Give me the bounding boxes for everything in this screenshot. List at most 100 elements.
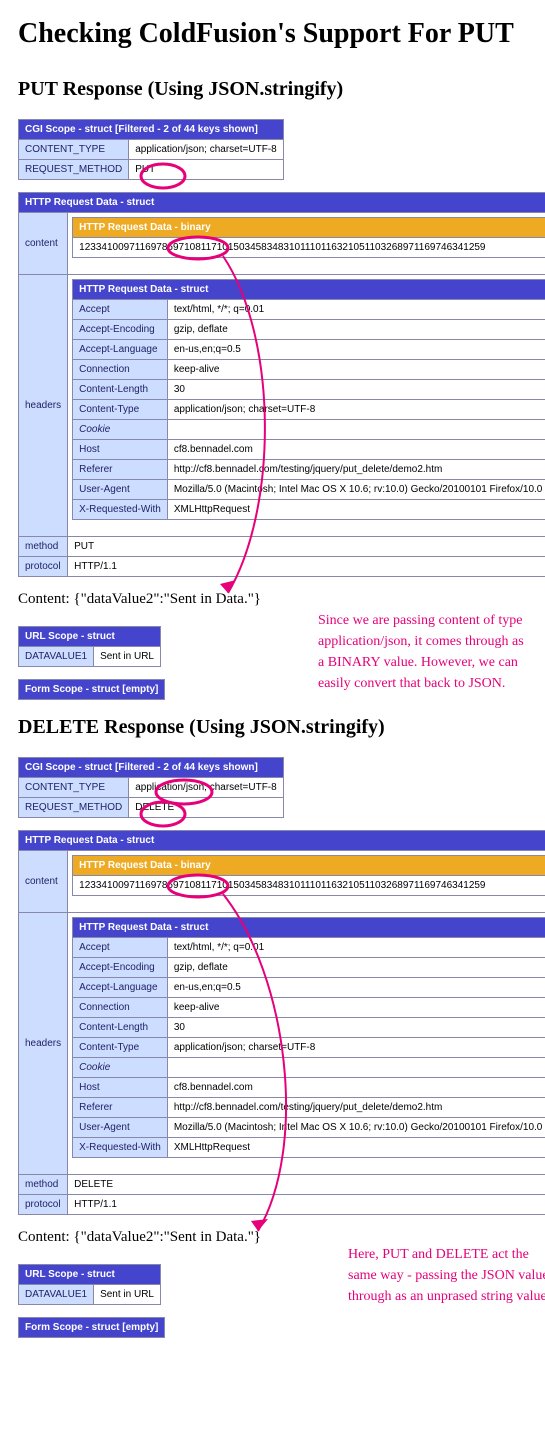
put-cgi-table: CGI Scope - struct [Filtered - 2 of 44 k… (18, 119, 284, 180)
row-key-protocol: protocol (19, 557, 68, 577)
delete-url-scope: URL Scope - struct DATAVALUE1 Sent in UR… (18, 1264, 161, 1305)
cgi-val: PUT (129, 160, 283, 180)
binary-val: 1233410097116978697108117101503458348310… (73, 238, 545, 258)
hdr-v: text/html, */*; q=0.01 (167, 300, 545, 320)
url-scope-key: DATAVALUE1 (19, 647, 94, 667)
row-val-content: HTTP Request Data - binary 1233410097116… (68, 213, 545, 275)
hdr-v: http://cf8.bennadel.com/testing/jquery/p… (167, 1098, 545, 1118)
row-val-method: DELETE (68, 1175, 545, 1195)
hdr-k: Accept (73, 300, 168, 320)
row-val-protocol: HTTP/1.1 (68, 1195, 545, 1215)
binary-header: HTTP Request Data - binary (73, 218, 545, 238)
delete-cgi-header: CGI Scope - struct [Filtered - 2 of 44 k… (19, 758, 284, 778)
put-content-line: Content: {"dataValue2":"Sent in Data."} (18, 591, 527, 608)
hdr-v: application/json; charset=UTF-8 (167, 1038, 545, 1058)
row-key-content: content (19, 851, 68, 913)
hdr-k: Accept-Language (73, 340, 168, 360)
hdr-v: XMLHttpRequest (167, 500, 545, 520)
hdr-v: Mozilla/5.0 (Macintosh; Intel Mac OS X 1… (167, 480, 545, 500)
hdr-k: Connection (73, 998, 168, 1018)
hdr-k: Content-Type (73, 400, 168, 420)
cgi-val: application/json; charset=UTF-8 (129, 778, 283, 798)
hdr-v: application/json; charset=UTF-8 (167, 400, 545, 420)
hdr-v: keep-alive (167, 360, 545, 380)
hdr-k: Content-Length (73, 380, 168, 400)
hdr-v: Mozilla/5.0 (Macintosh; Intel Mac OS X 1… (167, 1118, 545, 1138)
hdr-k: Content-Type (73, 1038, 168, 1058)
delete-request-table: HTTP Request Data - struct content HTTP … (18, 830, 545, 1215)
hdr-v: en-us,en;q=0.5 (167, 978, 545, 998)
row-val-protocol: HTTP/1.1 (68, 557, 545, 577)
headers-subheader: HTTP Request Data - struct (73, 280, 545, 300)
hdr-k: Host (73, 440, 168, 460)
form-scope-header: Form Scope - struct [empty] (19, 680, 165, 700)
cgi-key: REQUEST_METHOD (19, 160, 129, 180)
cgi-val: application/json; charset=UTF-8 (129, 140, 283, 160)
cgi-key: CONTENT_TYPE (19, 140, 129, 160)
url-scope-val: Sent in URL (94, 647, 161, 667)
put-request-header: HTTP Request Data - struct (19, 193, 545, 213)
put-request-table: HTTP Request Data - struct content HTTP … (18, 192, 545, 577)
hdr-k: User-Agent (73, 480, 168, 500)
row-key-protocol: protocol (19, 1195, 68, 1215)
hdr-v: gzip, deflate (167, 320, 545, 340)
hdr-k: Accept (73, 938, 168, 958)
hdr-v: 30 (167, 1018, 545, 1038)
hdr-v: text/html, */*; q=0.01 (167, 938, 545, 958)
delete-section: DELETE Response (Using JSON.stringify) C… (18, 716, 527, 1338)
hdr-v (167, 420, 545, 440)
hdr-k: User-Agent (73, 1118, 168, 1138)
hdr-k: Accept-Language (73, 978, 168, 998)
put-annotation: Since we are passing content of type app… (318, 610, 528, 694)
cgi-val: DELETE (129, 798, 283, 818)
binary-header: HTTP Request Data - binary (73, 856, 545, 876)
hdr-k: Accept-Encoding (73, 958, 168, 978)
row-key-headers: headers (19, 275, 68, 537)
hdr-k: Connection (73, 360, 168, 380)
put-form-scope: Form Scope - struct [empty] (18, 679, 165, 700)
cgi-key: REQUEST_METHOD (19, 798, 129, 818)
row-key-headers: headers (19, 913, 68, 1175)
hdr-k: Referer (73, 460, 168, 480)
page-title: Checking ColdFusion's Support For PUT (18, 18, 527, 50)
hdr-k: X-Requested-With (73, 1138, 168, 1158)
delete-form-scope: Form Scope - struct [empty] (18, 1317, 165, 1338)
hdr-v (167, 1058, 545, 1078)
row-key-method: method (19, 537, 68, 557)
hdr-k: Host (73, 1078, 168, 1098)
form-scope-header: Form Scope - struct [empty] (19, 1318, 165, 1338)
hdr-v: cf8.bennadel.com (167, 440, 545, 460)
row-key-method: method (19, 1175, 68, 1195)
delete-heading: DELETE Response (Using JSON.stringify) (18, 716, 527, 739)
delete-request-header: HTTP Request Data - struct (19, 831, 545, 851)
url-scope-key: DATAVALUE1 (19, 1285, 94, 1305)
hdr-v: cf8.bennadel.com (167, 1078, 545, 1098)
delete-annotation: Here, PUT and DELETE act the same way - … (348, 1244, 545, 1307)
row-key-content: content (19, 213, 68, 275)
hdr-v: en-us,en;q=0.5 (167, 340, 545, 360)
row-val-headers: HTTP Request Data - struct Accepttext/ht… (68, 275, 545, 537)
hdr-k: Cookie (73, 420, 168, 440)
put-heading: PUT Response (Using JSON.stringify) (18, 78, 527, 101)
hdr-k: Accept-Encoding (73, 320, 168, 340)
put-section: PUT Response (Using JSON.stringify) CGI … (18, 78, 527, 700)
hdr-k: Cookie (73, 1058, 168, 1078)
row-val-content: HTTP Request Data - binary 1233410097116… (68, 851, 545, 913)
hdr-v: 30 (167, 380, 545, 400)
hdr-v: XMLHttpRequest (167, 1138, 545, 1158)
cgi-key: CONTENT_TYPE (19, 778, 129, 798)
url-scope-val: Sent in URL (94, 1285, 161, 1305)
row-val-headers: HTTP Request Data - struct Accepttext/ht… (68, 913, 545, 1175)
delete-cgi-table: CGI Scope - struct [Filtered - 2 of 44 k… (18, 757, 284, 818)
url-scope-header: URL Scope - struct (19, 627, 161, 647)
headers-subheader: HTTP Request Data - struct (73, 918, 545, 938)
put-url-scope: URL Scope - struct DATAVALUE1 Sent in UR… (18, 626, 161, 667)
binary-val: 1233410097116978697108117101503458348310… (73, 876, 545, 896)
hdr-k: X-Requested-With (73, 500, 168, 520)
hdr-v: gzip, deflate (167, 958, 545, 978)
put-cgi-header: CGI Scope - struct [Filtered - 2 of 44 k… (19, 120, 284, 140)
hdr-k: Referer (73, 1098, 168, 1118)
hdr-v: http://cf8.bennadel.com/testing/jquery/p… (167, 460, 545, 480)
url-scope-header: URL Scope - struct (19, 1265, 161, 1285)
row-val-method: PUT (68, 537, 545, 557)
